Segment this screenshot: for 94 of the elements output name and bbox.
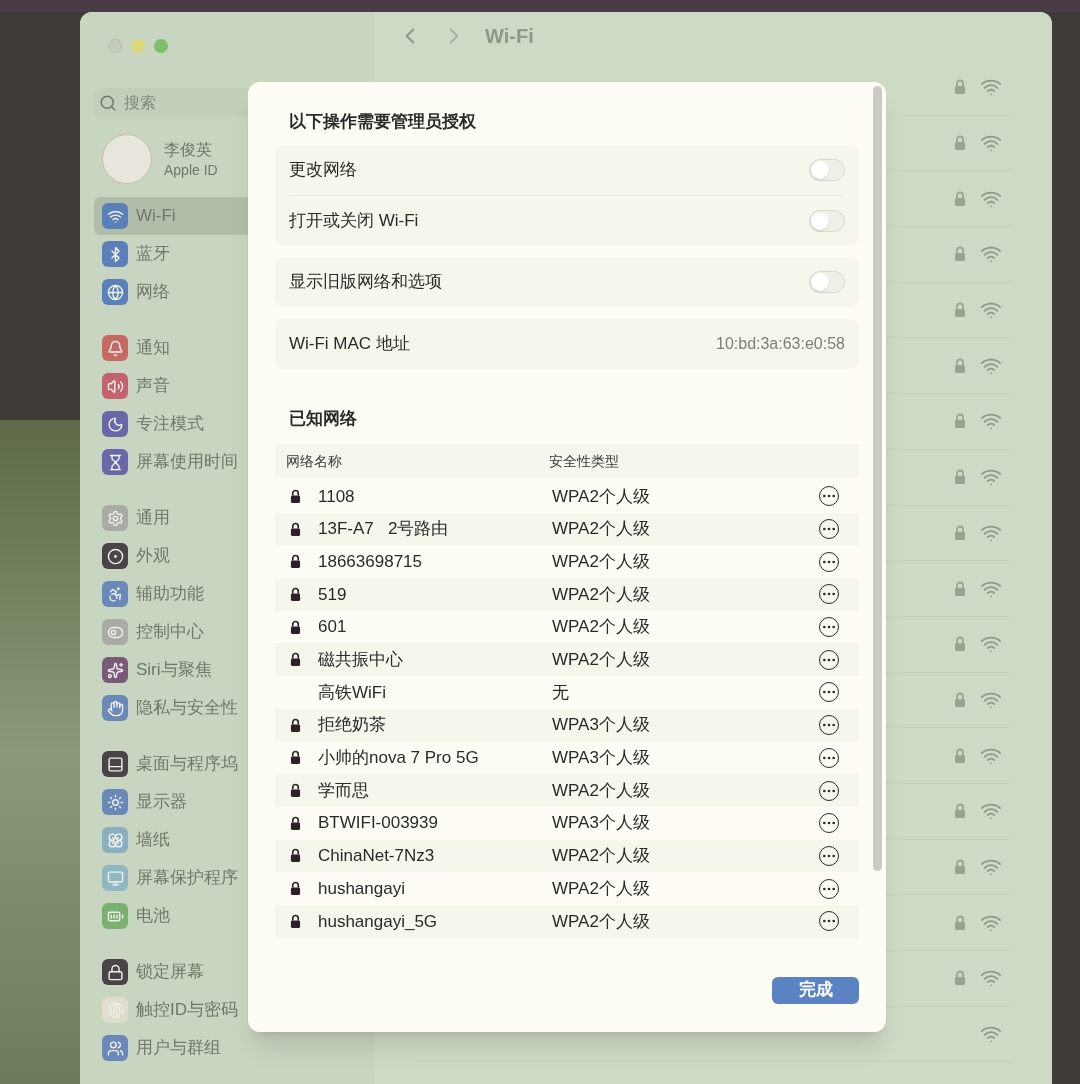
security-type: WPA2个人级: [552, 649, 651, 672]
lock-icon: [954, 79, 966, 96]
security-type: WPA2个人级: [552, 518, 651, 541]
network-name: ChinaNet-7Nz3: [318, 845, 436, 868]
toggle-switch[interactable]: [809, 159, 845, 181]
lock-icon: [954, 524, 966, 541]
table-row[interactable]: hushangayi WPA2个人级: [275, 872, 859, 905]
lock-icon: [954, 914, 966, 931]
lock-icon: [954, 190, 966, 207]
column-header: 网络名称: [286, 451, 343, 471]
lock-icon: [954, 858, 966, 875]
lock-icon: [290, 488, 301, 504]
network-name: 1108: [318, 485, 356, 508]
table-row[interactable]: BTWIFI-003939 WPA3个人级: [275, 806, 859, 840]
security-type: WPA2个人级: [552, 485, 651, 508]
lock-icon: [954, 580, 966, 597]
lock-icon: [954, 357, 966, 374]
lock-icon: [290, 554, 301, 570]
network-name: 拒绝奶茶: [318, 714, 387, 737]
lock-icon: [290, 750, 301, 766]
table-row[interactable]: hushangayi_5G WPA2个人级: [275, 904, 859, 938]
lock-icon: [954, 691, 966, 708]
sidebar-item[interactable]: 锁定屏幕: [94, 953, 361, 991]
network-name: 学而思: [318, 779, 370, 802]
lock-icon: [954, 413, 966, 430]
security-type: WPA2个人级: [552, 616, 651, 639]
network-name: BTWIFI-003939: [318, 812, 439, 835]
lock-icon: [954, 135, 966, 152]
security-type: WPA2个人级: [552, 910, 651, 933]
mac-value: 10:bd:3a:63:e0:58: [716, 334, 845, 354]
lock-icon: [954, 246, 966, 263]
column-header: 安全性类型: [549, 451, 619, 471]
avatar-icon: [102, 134, 152, 184]
security-type: WPA3个人级: [552, 714, 651, 737]
account-subtitle: Apple ID: [164, 161, 218, 179]
security-type: WPA2个人级: [552, 845, 651, 868]
network-name: 18663698715: [318, 550, 423, 573]
network-name: hushangayi: [318, 877, 406, 900]
table-row[interactable]: 1108 WPA2个人级: [275, 480, 859, 513]
sidebar-item[interactable]: 用户与群组: [94, 1029, 361, 1067]
lock-icon: [290, 881, 301, 897]
table-row[interactable]: 学而思 WPA2个人级: [275, 774, 859, 807]
table-row[interactable]: 519 WPA2个人级: [275, 578, 859, 611]
lock-icon: [954, 970, 966, 987]
search-icon: [99, 94, 117, 112]
table-row[interactable]: 磁共振中心 WPA2个人级: [275, 643, 859, 677]
sidebar-item[interactable]: 蓝牙: [94, 235, 361, 273]
lock-icon: [954, 803, 966, 820]
network-name: 13F-A7 2号路由: [318, 518, 450, 541]
setting-label: 更改网络: [289, 159, 357, 182]
network-name: 小帅的nova 7 Pro 5G: [318, 747, 480, 770]
network-name: 磁共振中心: [318, 649, 404, 672]
mac-label: Wi-Fi MAC 地址: [289, 333, 410, 356]
table-row[interactable]: 拒绝奶茶 WPA3个人级: [275, 708, 859, 742]
table-row[interactable]: 高铁WiFi 无: [275, 676, 859, 709]
security-type: WPA3个人级: [552, 747, 651, 770]
sidebar-item[interactable]: 声音: [94, 367, 361, 405]
lock-icon: [290, 848, 301, 864]
lock-icon: [290, 717, 301, 733]
lock-icon: [954, 636, 966, 653]
lock-icon: [290, 619, 301, 635]
lock-icon: [954, 469, 966, 486]
security-type: WPA2个人级: [552, 583, 651, 606]
lock-icon: [954, 747, 966, 764]
network-name: 高铁WiFi: [318, 681, 387, 704]
security-type: WPA2个人级: [552, 877, 651, 900]
scrollbar[interactable]: [873, 86, 882, 871]
section-title: 已知网络: [288, 408, 358, 430]
lock-icon: [954, 302, 966, 319]
security-type: WPA2个人级: [552, 550, 651, 573]
lock-icon: [290, 815, 301, 831]
setting-label: 显示旧版网络和选项: [289, 271, 442, 294]
security-type: 无: [552, 681, 570, 704]
network-name: 601: [318, 616, 348, 639]
lock-icon: [290, 521, 301, 537]
lock-icon: [290, 652, 301, 668]
toggle-switch[interactable]: [809, 209, 845, 232]
network-name: 519: [318, 583, 348, 606]
account-name: 李俊英: [164, 140, 213, 160]
table-row[interactable]: 601 WPA2个人级: [275, 610, 859, 644]
security-type: WPA2个人级: [552, 779, 651, 802]
table-row[interactable]: 18663698715 WPA2个人级: [275, 545, 859, 579]
network-name: hushangayi_5G: [318, 910, 439, 933]
window-title: Wi-Fi: [485, 24, 534, 49]
table-row[interactable]: ChinaNet-7Nz3 WPA2个人级: [275, 839, 859, 873]
done-button[interactable]: 完成: [772, 976, 859, 1004]
lock-icon: [290, 586, 301, 602]
table-row[interactable]: 小帅的nova 7 Pro 5G WPA3个人级: [275, 741, 859, 775]
lock-icon: [290, 783, 301, 799]
sidebar-item[interactable]: 触控ID与密码: [94, 991, 361, 1029]
toggle-switch[interactable]: [809, 271, 845, 293]
security-type: WPA3个人级: [552, 812, 651, 835]
table-row[interactable]: 13F-A7 2号路由 WPA2个人级: [275, 512, 859, 546]
lock-icon: [290, 913, 301, 929]
